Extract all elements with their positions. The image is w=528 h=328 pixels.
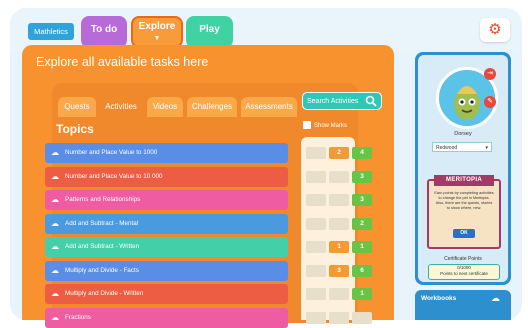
topic-label: Number and Place Value to 1000	[65, 149, 158, 156]
score-cell: 2	[329, 147, 349, 159]
profile-panel: Dorsey Redwood ▾ MERITOPIA Earn points b…	[415, 52, 511, 285]
search-label: Search Activities	[307, 98, 359, 105]
score-cell	[306, 311, 326, 324]
tab-quests[interactable]: Quests	[58, 97, 96, 117]
topic-label: Add and Subtract - Mental	[65, 219, 139, 227]
tab-assessments[interactable]: Assessments	[241, 97, 297, 117]
score-cell	[306, 288, 326, 300]
score-cell: 2	[352, 217, 372, 230]
workbooks-title: Workbooks	[421, 295, 457, 302]
topic-label: Add and Subtract - Written	[65, 243, 140, 250]
score-cell	[306, 241, 326, 253]
score-cell	[352, 311, 372, 324]
meritopia-ok-button[interactable]: OK	[453, 229, 475, 238]
show-marks-label: Show Marks	[314, 123, 348, 129]
score-cell: 1	[352, 241, 372, 253]
topic-label: Fractions	[65, 313, 91, 321]
topic-row[interactable]: ☁ Fractions	[45, 307, 288, 328]
score-cell	[306, 194, 326, 206]
topic-row[interactable]: ☁ Multiply and Divide - Written	[45, 284, 288, 304]
topic-row[interactable]: ☁ Number and Place Value to 1000	[45, 143, 288, 163]
topic-row[interactable]: ☁ Add and Subtract - Written	[45, 237, 288, 257]
score-cell	[329, 170, 349, 183]
nav-explore-button[interactable]: Explore ▼	[131, 16, 183, 48]
topic-label: Number and Place Value to 10 000	[65, 172, 163, 180]
score-cell: 1	[329, 241, 349, 253]
topic-label: Multiply and Divide - Written	[65, 290, 144, 297]
search-activities-button[interactable]: Search Activities	[302, 92, 382, 110]
cloud-icon: ☁	[51, 171, 59, 181]
score-cell: 3	[352, 194, 372, 206]
topic-label: Multiply and Divide - Facts	[65, 266, 139, 274]
username: Dorsey	[454, 131, 472, 137]
show-marks-toggle[interactable]: Show Marks	[303, 121, 347, 131]
score-cell: 6	[352, 264, 372, 277]
score-cell	[306, 147, 326, 159]
cloud-icon: ☁	[51, 218, 59, 228]
school-select[interactable]: Redwood ▾	[432, 142, 492, 152]
certificate-sub: Points to next certificate	[440, 271, 488, 276]
page-title: Explore all available tasks here	[36, 55, 209, 69]
nav-explore-label: Explore	[138, 21, 176, 32]
score-cell: 1	[352, 288, 372, 300]
cloud-icon: ☁	[51, 265, 59, 275]
score-cell	[306, 264, 326, 277]
topic-row[interactable]: ☁ Number and Place Value to 10 000	[45, 166, 288, 187]
profile-panel-inner: Dorsey Redwood ▾ MERITOPIA Earn points b…	[418, 55, 508, 282]
cloud-icon: ☁	[51, 195, 59, 204]
tab-activities[interactable]: Activities	[100, 97, 142, 117]
meritopia-title: MERITOPIA	[434, 175, 494, 186]
cloud-icon: ☁	[51, 148, 59, 157]
topic-row[interactable]: ☁ Multiply and Divide - Facts	[45, 260, 288, 281]
cloud-icon: ☁	[51, 242, 59, 251]
score-cell	[329, 217, 349, 230]
chevron-down-icon: ▾	[485, 145, 488, 151]
topics-heading: Topics	[56, 122, 94, 136]
mathletics-logo[interactable]: Mathletics	[28, 23, 74, 40]
tab-challenges[interactable]: Challenges	[187, 97, 237, 117]
meritopia-card: MERITOPIA Earn points by completing acti…	[427, 175, 501, 249]
topic-row[interactable]: ☁ Add and Subtract - Mental	[45, 213, 288, 234]
show-marks-checkbox[interactable]	[303, 121, 311, 130]
topic-label: Patterns and Relationships	[65, 196, 141, 203]
score-cell	[329, 194, 349, 206]
workbooks-panel[interactable]: Workbooks ☁	[415, 290, 511, 320]
logout-icon[interactable]: ⇥	[484, 68, 496, 80]
meritopia-text: Earn points by completing activities to …	[434, 191, 494, 210]
chevron-down-icon: ▼	[153, 35, 161, 42]
score-cell	[329, 311, 349, 324]
nav-play-button[interactable]: Play	[186, 16, 233, 48]
score-cell	[306, 217, 326, 230]
gear-icon[interactable]: ⚙	[480, 18, 510, 42]
score-cell: 3	[352, 170, 372, 183]
search-icon	[365, 95, 377, 107]
cloud-icon: ☁	[51, 312, 59, 322]
score-cell: 3	[329, 264, 349, 277]
certificate-label: Certificate Points	[444, 256, 482, 262]
topic-row[interactable]: ☁ Patterns and Relationships	[45, 190, 288, 210]
score-cell	[306, 170, 326, 183]
score-cell	[329, 288, 349, 300]
edit-avatar-icon[interactable]: ✎	[484, 96, 496, 108]
cloud-icon: ☁	[51, 289, 59, 298]
certificate-points: 0/1000 Points to next certificate	[428, 264, 500, 280]
school-value: Redwood	[436, 145, 458, 151]
tab-videos[interactable]: Videos	[147, 97, 183, 117]
cloud-icon: ☁	[491, 293, 500, 303]
nav-todo-button[interactable]: To do	[81, 16, 127, 48]
score-cell: 4	[352, 147, 372, 159]
